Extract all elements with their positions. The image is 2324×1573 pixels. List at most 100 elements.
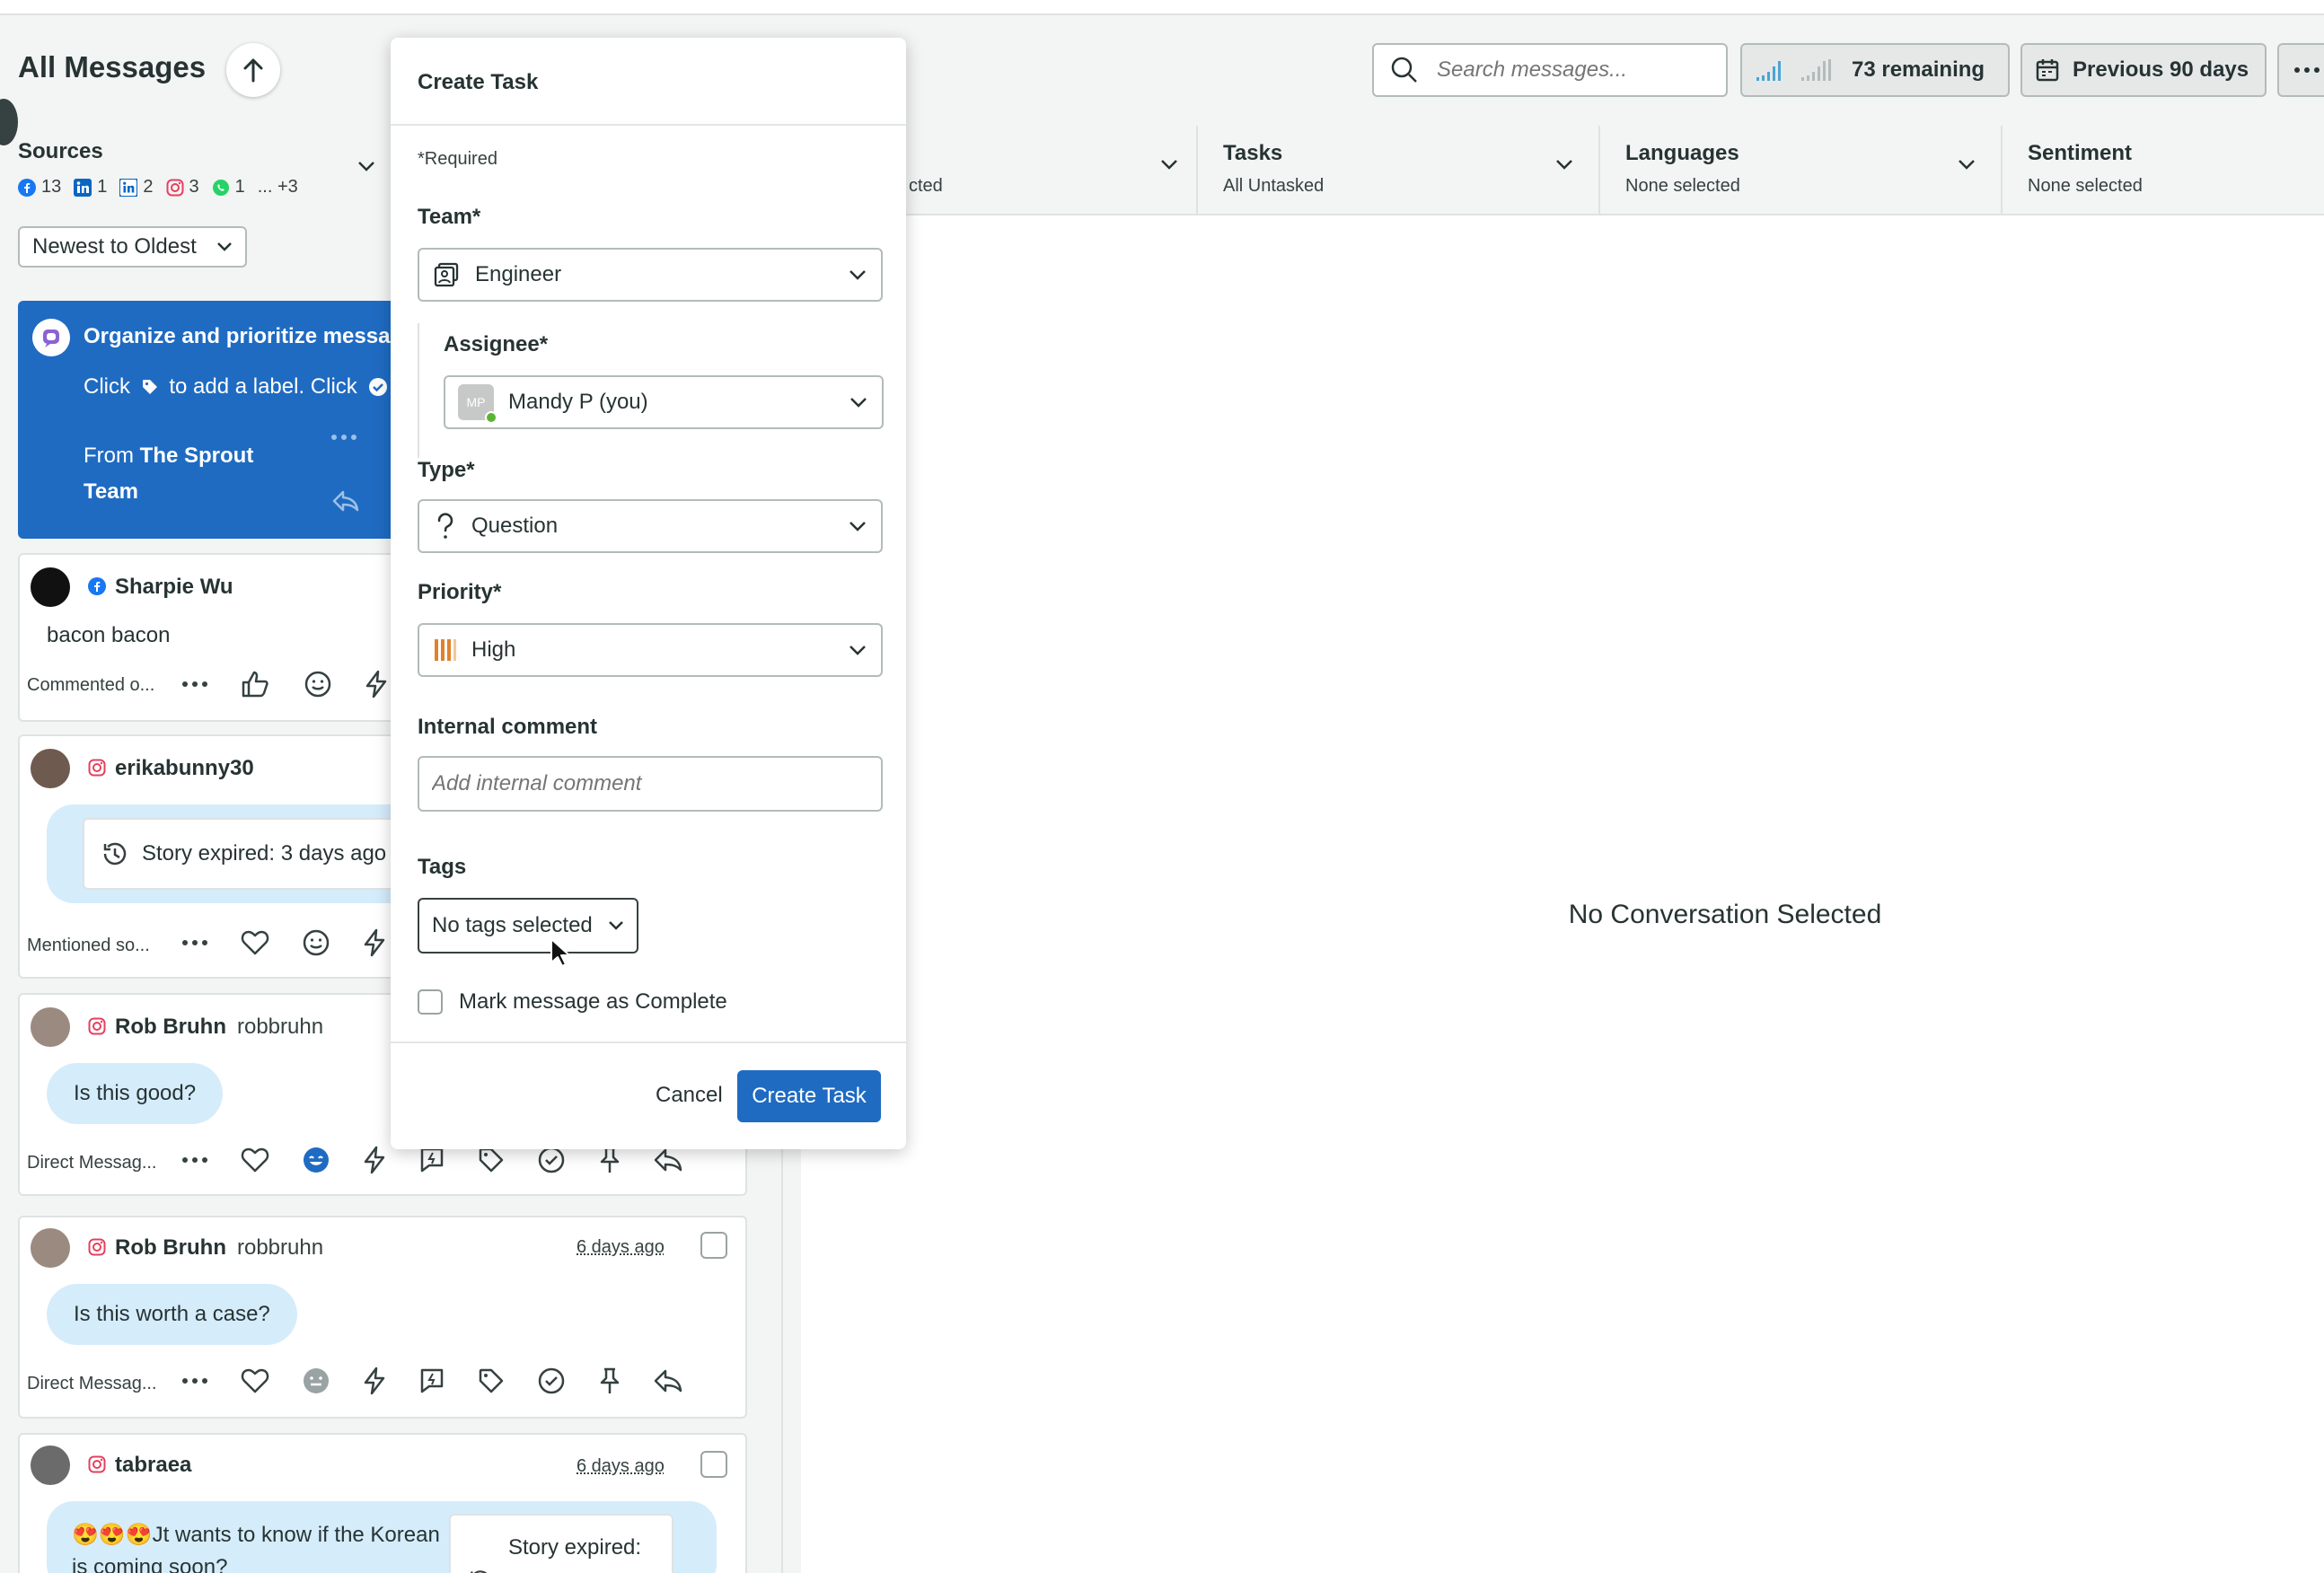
date-range-text: Previous 90 days: [2073, 57, 2249, 82]
source-more[interactable]: ... +3: [258, 177, 298, 198]
remaining-counter[interactable]: 73 remaining: [1740, 43, 2010, 97]
chevron-down-icon: [609, 921, 623, 930]
comment-label: Internal comment: [418, 715, 598, 739]
complete-icon[interactable]: [537, 1146, 566, 1174]
more-options-icon[interactable]: [181, 1156, 208, 1164]
filter-tasks[interactable]: Tasks All Untasked: [1196, 126, 1598, 215]
more-options-icon[interactable]: [181, 939, 208, 946]
message-bubble: Is this worth a case?: [47, 1284, 297, 1345]
more-options-icon[interactable]: [181, 681, 208, 688]
type-label: Type*: [418, 458, 475, 482]
complete-icon[interactable]: [537, 1366, 566, 1395]
priority-high-icon: [435, 639, 456, 661]
instagram-icon: [166, 179, 183, 196]
lightning-icon[interactable]: [363, 928, 386, 957]
story-expired-box: Story expired: 3 days ago: [83, 818, 405, 890]
quick-reply-icon[interactable]: [418, 1146, 445, 1174]
filter-languages[interactable]: Languages None selected: [1598, 126, 2001, 215]
instagram-icon: [88, 759, 106, 777]
linkedin-pages-icon: [119, 178, 138, 197]
filter-name: Languages: [1625, 141, 1739, 165]
author-name: Rob Bruhn robbruhn: [88, 1015, 323, 1040]
complete-label: Mark message as Complete: [459, 989, 727, 1014]
promo-card: Organize and prioritize messa Click to a…: [18, 301, 413, 539]
lightning-icon[interactable]: [365, 670, 388, 699]
tag-icon: [142, 380, 157, 394]
instagram-icon: [88, 1238, 106, 1256]
remaining-text: 73 remaining: [1852, 57, 1985, 82]
author-name-text: Rob Bruhn: [115, 1235, 226, 1260]
filter-value: None selected: [2028, 176, 2143, 196]
reply-icon[interactable]: [654, 1147, 682, 1173]
search-box[interactable]: [1372, 43, 1728, 97]
author-name-text: tabraea: [115, 1453, 192, 1477]
scroll-top-button[interactable]: [226, 43, 280, 97]
arrow-up-icon: [243, 58, 263, 83]
message-text: bacon bacon: [47, 623, 171, 647]
chevron-down-icon: [1161, 160, 1177, 170]
heart-icon[interactable]: [241, 1367, 269, 1394]
filter-sentiment[interactable]: Sentiment None selected: [2001, 126, 2324, 215]
avatar: [31, 1007, 70, 1047]
emoji-icon[interactable]: [304, 670, 332, 699]
author-name-text: erikabunny30: [115, 756, 254, 780]
assignee-select[interactable]: MP Mandy P (you): [444, 375, 884, 429]
create-task-button[interactable]: Create Task: [737, 1070, 881, 1122]
type-value: Question: [471, 514, 559, 538]
pin-icon[interactable]: [598, 1366, 621, 1395]
chevron-down-icon: [850, 398, 867, 408]
chevron-down-icon[interactable]: [357, 160, 375, 172]
heart-icon[interactable]: [241, 1147, 269, 1173]
date-range-button[interactable]: Previous 90 days: [2020, 43, 2267, 97]
sort-select[interactable]: Newest to Oldest: [18, 226, 247, 268]
reply-icon[interactable]: [332, 489, 359, 513]
more-options-icon[interactable]: [330, 434, 357, 441]
mouse-cursor-icon: [550, 938, 569, 967]
tag-icon[interactable]: [478, 1367, 505, 1394]
author-name: tabraea: [88, 1453, 191, 1478]
filter-value: cted: [909, 176, 943, 196]
thumbs-up-icon[interactable]: [241, 670, 271, 699]
tags-label: Tags: [418, 855, 467, 879]
search-input[interactable]: [1437, 57, 1706, 83]
tags-select[interactable]: No tags selected: [418, 898, 638, 953]
team-select[interactable]: Engineer: [418, 248, 883, 302]
lightning-icon[interactable]: [363, 1146, 386, 1174]
complete-option[interactable]: Mark message as Complete: [418, 989, 727, 1015]
assignee-value: Mandy P (you): [508, 390, 648, 414]
message-card[interactable]: tabraea 6 days ago 😍😍😍Jt wants to know i…: [18, 1433, 747, 1573]
more-options-icon[interactable]: [181, 1377, 208, 1384]
select-checkbox[interactable]: [700, 1232, 727, 1259]
help-tab[interactable]: [0, 99, 18, 145]
story-expired-box: Story expired:: [449, 1514, 673, 1573]
more-options-button[interactable]: [2277, 43, 2324, 97]
lightning-icon[interactable]: [363, 1366, 386, 1395]
sentiment-neutral-icon[interactable]: [302, 1366, 330, 1395]
priority-label: Priority*: [418, 580, 502, 604]
message-card[interactable]: Rob Bruhn robbruhn 6 days ago Is this wor…: [18, 1216, 747, 1419]
comment-input[interactable]: [432, 771, 863, 796]
timestamp: 6 days ago: [577, 1237, 665, 1257]
select-checkbox[interactable]: [700, 1451, 727, 1478]
comment-field[interactable]: [418, 756, 883, 812]
message-bubble: 😍😍😍Jt wants to know if the Korean is com…: [47, 1501, 717, 1573]
timestamp: 6 days ago: [577, 1456, 665, 1476]
source-count: 1: [234, 177, 245, 197]
sentiment-positive-icon[interactable]: [302, 1146, 330, 1174]
type-select[interactable]: Question: [418, 499, 883, 553]
message-type: Direct Messag...: [27, 1374, 157, 1393]
pin-icon[interactable]: [598, 1146, 621, 1174]
tag-icon[interactable]: [478, 1147, 505, 1173]
history-icon: [471, 1570, 488, 1573]
emoji-icon[interactable]: [302, 928, 330, 957]
source-count: 2: [143, 177, 154, 197]
heart-icon[interactable]: [241, 929, 269, 956]
cancel-button[interactable]: Cancel: [656, 1083, 723, 1108]
story-expired-text: Story expired:: [508, 1535, 642, 1560]
reply-icon[interactable]: [654, 1368, 682, 1393]
quick-reply-icon[interactable]: [418, 1366, 445, 1395]
sources-filter[interactable]: Sources 13 1 2 3 1 ... +3: [18, 139, 377, 198]
priority-select[interactable]: High: [418, 623, 883, 677]
complete-checkbox[interactable]: [418, 989, 443, 1015]
nested-indicator: [418, 323, 419, 458]
